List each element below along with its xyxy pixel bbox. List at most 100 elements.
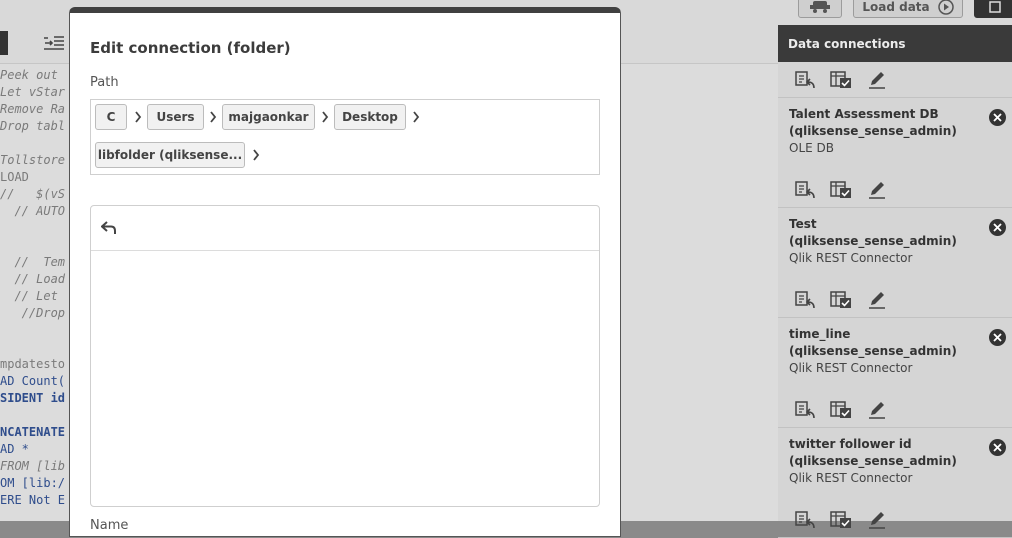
connection-list: Talent Assessment DB (qliksense_sense_ad… xyxy=(778,62,1012,538)
code-line: Peek out xyxy=(0,68,58,82)
edit-connection-button[interactable] xyxy=(866,509,888,531)
code-line: AD Count( xyxy=(0,374,66,388)
select-data-icon xyxy=(795,290,815,308)
code-line: // Load xyxy=(0,272,66,286)
edit-connection-button[interactable] xyxy=(866,69,888,91)
connection-actions xyxy=(778,282,1012,318)
pencil-icon xyxy=(869,181,885,199)
connection-name: twitter follower id (qliksense_sense_adm… xyxy=(789,437,957,468)
play-circle-icon xyxy=(937,0,954,15)
edit-connection-button[interactable] xyxy=(866,399,888,421)
close-icon xyxy=(993,333,1002,342)
connection-actions xyxy=(778,172,1012,208)
connection-actions xyxy=(778,392,1012,428)
close-icon xyxy=(993,223,1002,232)
code-line: // $(vS xyxy=(0,187,66,201)
select-data-button[interactable] xyxy=(794,69,816,91)
data-connections-title: Data connections xyxy=(778,25,1012,62)
delete-connection-button[interactable] xyxy=(989,109,1006,126)
chevron-right-icon xyxy=(320,110,330,124)
code-line: SIDENT id xyxy=(0,391,66,405)
back-arrow-icon xyxy=(101,221,116,234)
connection-item[interactable]: Test (qliksense_sense_admin) Qlik REST Co… xyxy=(778,208,1012,282)
code-line: Let vStar xyxy=(0,85,66,99)
code-line: mpdatesto xyxy=(0,357,66,371)
panel-toggle-button[interactable] xyxy=(974,0,1012,18)
dialog-title: Edit connection (folder) xyxy=(90,39,291,57)
back-button[interactable] xyxy=(101,221,117,235)
connection-item[interactable]: time_line (qliksense_sense_admin) Qlik RE… xyxy=(778,318,1012,392)
folder-browser[interactable] xyxy=(90,205,600,507)
edit-connection-button[interactable] xyxy=(866,179,888,201)
code-line: AD * xyxy=(0,442,29,456)
connection-item[interactable]: twitter follower id (qliksense_sense_adm… xyxy=(778,428,1012,502)
path-crumb[interactable]: Desktop xyxy=(334,104,406,130)
load-data-button[interactable]: Load data xyxy=(853,0,963,18)
connection-type: Qlik REST Connector xyxy=(789,361,913,375)
select-data-icon xyxy=(795,70,815,88)
connection-type: Qlik REST Connector xyxy=(789,251,913,265)
delete-connection-button[interactable] xyxy=(989,329,1006,346)
pencil-icon xyxy=(869,511,885,529)
table-check-icon xyxy=(830,400,851,418)
folder-browser-header xyxy=(91,206,599,251)
chevron-right-icon xyxy=(251,148,261,162)
panel-icon xyxy=(989,1,1001,13)
indent-icon xyxy=(44,36,64,50)
select-data-button[interactable] xyxy=(794,179,816,201)
chevron-right-icon xyxy=(208,110,218,124)
connection-name: Test (qliksense_sense_admin) xyxy=(789,217,957,248)
select-data-icon xyxy=(795,400,815,418)
connection-name: time_line (qliksense_sense_admin) xyxy=(789,327,957,358)
select-data-button[interactable] xyxy=(794,289,816,311)
pencil-icon xyxy=(869,291,885,309)
connection-actions xyxy=(778,502,1012,538)
table-check-icon xyxy=(830,70,851,88)
table-check-icon xyxy=(830,290,851,308)
data-connections-panel: Data connections Talent Assessment DB (q… xyxy=(778,25,1012,538)
delete-connection-button[interactable] xyxy=(989,439,1006,456)
code-line: Drop tabl xyxy=(0,119,66,133)
code-line: // AUTO xyxy=(0,204,66,218)
toolbar-toggle-button[interactable] xyxy=(0,31,8,55)
chevron-right-icon xyxy=(411,110,421,124)
path-crumb[interactable]: Users xyxy=(147,104,204,130)
code-line: Tollstore xyxy=(0,153,66,167)
connection-actions xyxy=(778,62,1012,98)
preview-data-button[interactable] xyxy=(830,289,852,311)
select-data-button[interactable] xyxy=(794,509,816,531)
table-check-icon xyxy=(830,510,851,528)
edit-connection-dialog: Edit connection (folder) Path C Users majg… xyxy=(69,7,621,537)
debug-icon xyxy=(810,1,830,13)
chevron-right-icon xyxy=(133,110,143,124)
connection-item[interactable]: Talent Assessment DB (qliksense_sense_ad… xyxy=(778,98,1012,172)
code-line: ERE Not E xyxy=(0,493,66,507)
delete-connection-button[interactable] xyxy=(989,219,1006,236)
table-check-icon xyxy=(830,180,851,198)
code-line: // Tem xyxy=(0,255,66,269)
path-crumb[interactable]: libfolder (qliksense... xyxy=(95,142,245,168)
select-data-icon xyxy=(795,510,815,528)
debug-button[interactable] xyxy=(798,0,842,18)
path-crumb[interactable]: majgaonkar xyxy=(222,104,315,130)
load-data-label: Load data xyxy=(862,0,930,14)
connection-type: Qlik REST Connector xyxy=(789,471,913,485)
preview-data-button[interactable] xyxy=(830,179,852,201)
select-data-icon xyxy=(795,180,815,198)
preview-data-button[interactable] xyxy=(830,69,852,91)
close-icon xyxy=(993,443,1002,452)
select-data-button[interactable] xyxy=(794,399,816,421)
edit-connection-button[interactable] xyxy=(866,289,888,311)
code-line: // Let xyxy=(0,289,58,303)
name-label: Name xyxy=(90,518,129,533)
preview-data-button[interactable] xyxy=(830,399,852,421)
code-line: NCATENATE xyxy=(0,425,66,439)
path-crumb[interactable]: C xyxy=(95,104,127,130)
code-line: Remove Ra xyxy=(0,102,66,116)
code-line: FROM [lib xyxy=(0,459,66,473)
indent-button[interactable] xyxy=(40,31,68,55)
code-line: LOAD xyxy=(0,170,29,184)
close-icon xyxy=(993,113,1002,122)
pencil-icon xyxy=(869,401,885,419)
preview-data-button[interactable] xyxy=(830,509,852,531)
